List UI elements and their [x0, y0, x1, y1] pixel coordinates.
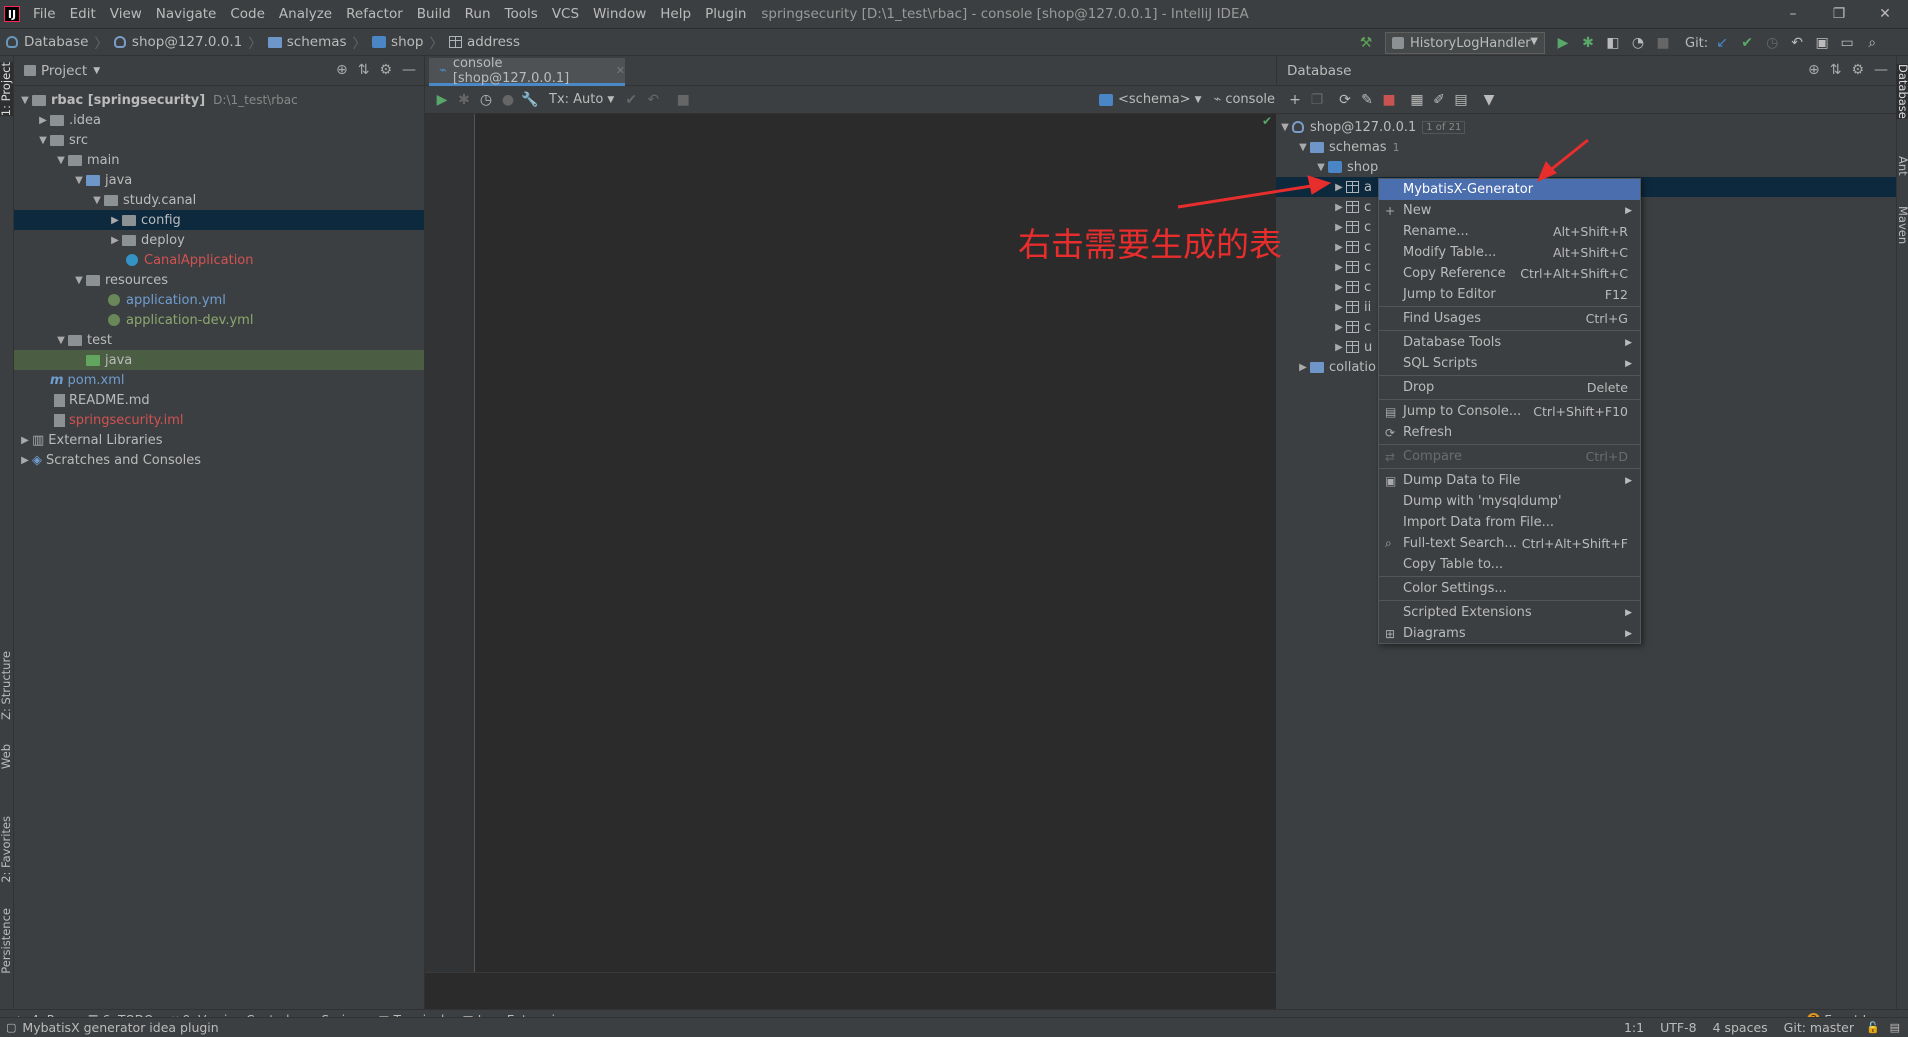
- indent-setting[interactable]: 4 spaces: [1713, 1020, 1768, 1035]
- status-message: MybatisX generator idea plugin: [22, 1020, 219, 1035]
- arrow-line-left: [1177, 183, 1319, 209]
- caret-position[interactable]: 1:1: [1624, 1020, 1644, 1035]
- arrow-head-right: [1537, 161, 1557, 182]
- arrow-head-left: [1307, 175, 1332, 195]
- git-branch[interactable]: Git: master: [1784, 1020, 1854, 1035]
- memory-indicator-icon[interactable]: ▤: [1890, 1021, 1900, 1034]
- annotation-arrows: [1177, 138, 1589, 209]
- status-tool-icon[interactable]: ▢: [6, 1021, 16, 1034]
- lock-icon[interactable]: 🔓: [1866, 1021, 1880, 1034]
- file-encoding[interactable]: UTF-8: [1660, 1020, 1696, 1035]
- arrow-line-right: [1547, 138, 1589, 174]
- status-bar: ▢ MybatisX generator idea plugin 1:1 UTF…: [0, 1017, 1908, 1037]
